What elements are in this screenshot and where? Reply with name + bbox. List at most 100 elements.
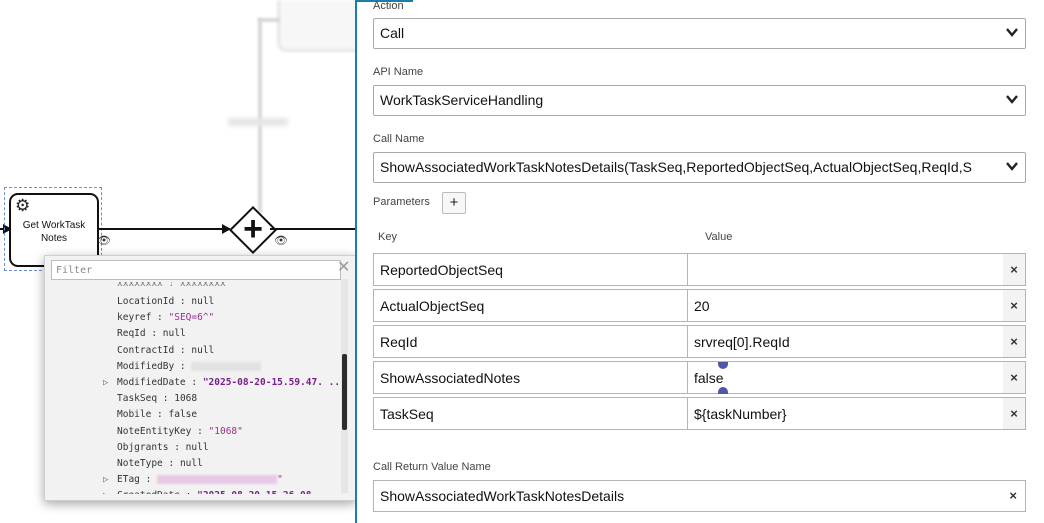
parameter-key-text: TaskSeq <box>380 406 434 422</box>
expand-caret-icon[interactable]: ▷ <box>103 472 117 488</box>
chevron-down-icon <box>1006 162 1018 171</box>
inspector-key: ETag <box>117 474 140 486</box>
inspector-row: Mobile : false <box>117 407 197 423</box>
parameter-value-text: srvreq[0].ReqId <box>694 334 790 350</box>
inspector-value: null <box>185 441 209 453</box>
parameter-key-input[interactable]: ReqId <box>373 325 688 358</box>
parameter-row: ShowAssociatedNotes false × <box>373 361 1026 394</box>
inspector-row: NoteType : null <box>117 456 203 472</box>
parameter-value-text: 20 <box>694 298 710 314</box>
separator: : <box>145 328 163 340</box>
inspector-row[interactable]: ▷CreatedDate : "2025-08-20-15.26.08. ...… <box>103 488 341 494</box>
redacted-value <box>157 475 278 485</box>
delete-parameter-button[interactable]: × <box>1003 289 1026 322</box>
separator: : <box>157 393 175 405</box>
return-value-label: Call Return Value Name <box>373 461 491 473</box>
inspector-row: ContractId : null <box>117 343 214 359</box>
separator: : <box>185 377 203 388</box>
inspector-key: NoteEntityKey <box>117 425 192 437</box>
redacted-value <box>191 361 262 371</box>
blurred-task-node <box>278 0 356 51</box>
blurred-connector-label <box>228 118 288 126</box>
close-icon: × <box>1010 298 1018 313</box>
parameter-value-input[interactable]: 20 <box>687 289 1004 322</box>
separator: : <box>151 409 169 421</box>
sequence-flow-out[interactable] <box>270 228 356 230</box>
inspector-value: "1068" <box>208 425 243 437</box>
clear-icon[interactable]: × <box>1009 481 1017 511</box>
eye-icon[interactable]: 👁 <box>274 234 288 247</box>
chevron-down-icon <box>1006 95 1018 104</box>
api-name-label: API Name <box>373 66 424 78</box>
separator: : <box>168 441 186 453</box>
close-icon: × <box>1010 334 1018 349</box>
parameter-value-text: ${taskNumber} <box>694 406 787 422</box>
parameter-key-input[interactable]: TaskSeq <box>373 397 688 430</box>
return-value-field[interactable]: ShowAssociatedWorkTaskNotesDetails × <box>373 480 1026 512</box>
inspector-value: " <box>277 474 283 486</box>
parameter-value-input[interactable]: srvreq[0].ReqId <box>687 325 1004 358</box>
delete-parameter-button[interactable]: × <box>1003 325 1026 358</box>
variable-inspector-popup[interactable]: ✕ xxxxxxxx : xxxxxxxx LocationId : nullk… <box>44 255 356 501</box>
separator: : <box>139 474 158 486</box>
inspector-key: NoteType <box>117 458 163 469</box>
inspector-tree[interactable]: xxxxxxxx : xxxxxxxx LocationId : null key… <box>45 272 341 494</box>
action-select[interactable]: Call <box>373 18 1026 49</box>
eye-icon[interactable]: 👁 <box>97 234 111 247</box>
separator: : <box>174 360 192 372</box>
plus-icon: + <box>243 210 263 248</box>
close-icon: × <box>1010 370 1018 385</box>
list-item-cut: xxxxxxxx : xxxxxxxx <box>117 282 226 288</box>
inspector-value: null <box>191 296 215 307</box>
parameter-row: TaskSeq ${taskNumber} × <box>373 397 1026 430</box>
delete-parameter-button[interactable]: × <box>1003 253 1026 286</box>
inspector-key: ModifiedDate <box>117 377 186 388</box>
inspector-row[interactable]: ▷ ModifiedDate : "2025-08-20-15.59.47. ..… <box>103 375 341 391</box>
delete-parameter-button[interactable]: × <box>1003 361 1026 394</box>
inspector-row[interactable]: ▷ ETag : " <box>103 472 283 488</box>
inspector-value: null <box>162 328 186 340</box>
close-icon: × <box>1010 262 1018 277</box>
inspector-value: "2025-08-20-15.26.08. ..." <box>197 490 341 494</box>
parameter-key-text: ReportedObjectSeq <box>380 262 503 278</box>
expand-caret-icon[interactable]: ▷ <box>103 375 117 391</box>
parameter-key-text: ActualObjectSeq <box>380 298 485 314</box>
inspector-value: "2025-08-20-15.59.47. ... <box>202 377 341 388</box>
api-name-select[interactable]: WorkTaskServiceHandling <box>373 85 1026 116</box>
inspector-scrollbar-thumb[interactable] <box>342 354 347 430</box>
close-icon: × <box>1010 406 1018 421</box>
inspector-row: Objgrants : null <box>117 440 209 456</box>
inspector-row: keyref : "SEQ=6^" <box>117 310 214 326</box>
delete-parameter-button[interactable]: × <box>1003 397 1026 430</box>
parameter-key-text: ShowAssociatedNotes <box>380 370 521 386</box>
drag-handle-icon[interactable] <box>718 387 728 394</box>
gear-icon: ⚙ <box>15 196 31 215</box>
inspector-key: ReqId <box>117 328 146 340</box>
parameter-value-input[interactable]: false <box>687 361 1004 394</box>
separator: : <box>174 344 192 356</box>
separator: : <box>180 490 197 494</box>
add-parameter-button[interactable]: + <box>442 192 466 214</box>
parameter-value-input[interactable] <box>687 253 1004 286</box>
sequence-flow[interactable] <box>97 228 230 230</box>
expand-caret-icon[interactable]: ▷ <box>103 488 117 494</box>
call-name-value: ShowAssociatedWorkTaskNotesDetails(TaskS… <box>380 159 972 175</box>
api-name-value: WorkTaskServiceHandling <box>380 92 544 108</box>
inspector-value: 1068 <box>174 393 198 405</box>
parameter-key-text: ReqId <box>380 334 418 350</box>
parameter-value-input[interactable]: ${taskNumber} <box>687 397 1004 430</box>
call-name-select[interactable]: ShowAssociatedWorkTaskNotesDetails(TaskS… <box>373 152 1026 183</box>
parameter-key-input[interactable]: ActualObjectSeq <box>373 289 688 322</box>
inspector-value: false <box>168 409 198 421</box>
separator: : <box>191 425 209 437</box>
inspector-key: TaskSeq <box>117 393 158 405</box>
call-name-label: Call Name <box>373 133 425 145</box>
return-value-text: ShowAssociatedWorkTaskNotesDetails <box>380 488 625 504</box>
parameter-key-input[interactable]: ReportedObjectSeq <box>373 253 688 286</box>
inspector-value: "SEQ=6^" <box>168 312 215 324</box>
blurred-connector <box>258 18 262 213</box>
inspector-row: ReqId : null <box>117 326 186 342</box>
value-column-header: Value <box>705 231 733 243</box>
parameter-key-input[interactable]: ShowAssociatedNotes <box>373 361 688 394</box>
inspector-row: LocationId : null <box>117 294 214 310</box>
